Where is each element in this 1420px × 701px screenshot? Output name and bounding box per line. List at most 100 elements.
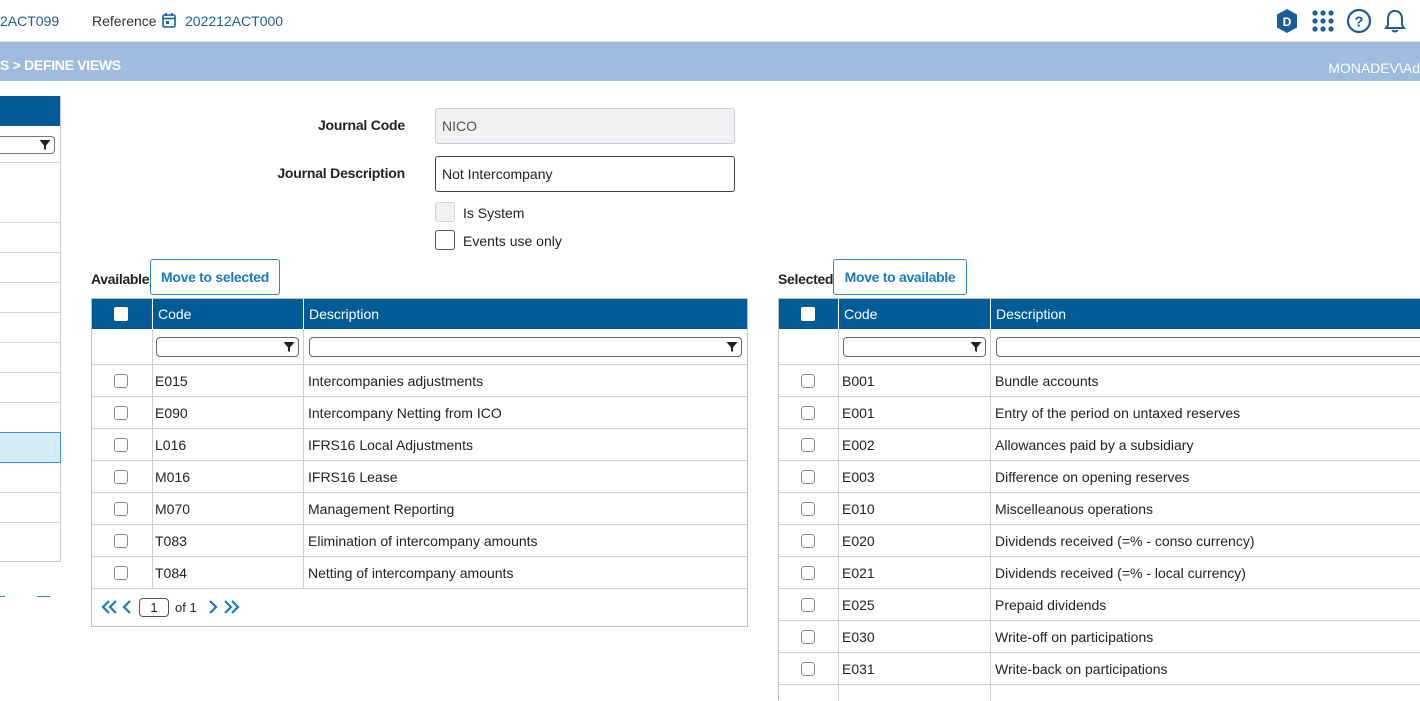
table-row[interactable]: L016 IFRS16 Local Adjustments: [92, 429, 747, 461]
row-checkbox[interactable]: [801, 534, 815, 548]
column-header-description[interactable]: Description: [303, 299, 749, 329]
table-row[interactable]: E025 Prepaid dividends: [779, 589, 1420, 621]
events-use-only-checkbox[interactable]: [435, 230, 455, 250]
list-item[interactable]: [0, 372, 61, 373]
row-code: E020: [842, 533, 875, 549]
list-item[interactable]: [0, 522, 61, 523]
journal-code-label: Journal Code: [317, 117, 405, 133]
is-system-checkbox: [435, 202, 455, 222]
first-page-icon[interactable]: [100, 599, 118, 615]
row-description: Dividends received (=% - conso currency): [995, 533, 1255, 549]
journal-description-label: Journal Description: [277, 165, 405, 181]
row-checkbox[interactable]: [801, 662, 815, 676]
filter-icon[interactable]: [970, 341, 982, 353]
row-checkbox[interactable]: [801, 598, 815, 612]
row-code: E015: [155, 373, 188, 389]
page-number-input[interactable]: 1: [139, 598, 169, 617]
reference-value-link[interactable]: 202212ACT000: [185, 13, 283, 29]
available-select-all-checkbox[interactable]: [114, 307, 128, 321]
row-checkbox[interactable]: [114, 406, 128, 420]
help-icon[interactable]: ?: [1346, 8, 1372, 34]
row-checkbox[interactable]: [114, 438, 128, 452]
list-pager-link[interactable]: [37, 596, 50, 597]
journal-description-field[interactable]: [435, 156, 735, 192]
table-row[interactable]: M070 Management Reporting: [92, 493, 747, 525]
description-filter-input[interactable]: [996, 337, 1420, 357]
current-user: MONADEV\Ad: [1328, 60, 1420, 76]
table-row[interactable]: E031 Write-back on participations: [779, 653, 1420, 685]
table-row[interactable]: E015 Intercompanies adjustments: [92, 365, 747, 397]
row-description: Netting of intercompany amounts: [308, 565, 514, 581]
row-checkbox[interactable]: [801, 502, 815, 516]
next-page-icon[interactable]: [207, 599, 219, 615]
table-row[interactable]: E010 Miscelleanous operations: [779, 493, 1420, 525]
list-item[interactable]: [0, 162, 61, 163]
row-description: Bundle accounts: [995, 373, 1099, 389]
row-code: E090: [155, 405, 188, 421]
table-row[interactable]: E030 Write-off on participations: [779, 621, 1420, 653]
table-row[interactable]: T083 Elimination of intercompany amounts: [92, 525, 747, 557]
table-row[interactable]: E021 Dividends received (=% - local curre…: [779, 557, 1420, 589]
row-checkbox[interactable]: [114, 374, 128, 388]
row-checkbox[interactable]: [114, 566, 128, 580]
row-checkbox[interactable]: [801, 630, 815, 644]
selected-list-item[interactable]: [0, 432, 61, 463]
list-item[interactable]: [0, 402, 61, 403]
table-row[interactable]: B001 Bundle accounts: [779, 365, 1420, 397]
calendar-icon[interactable]: [162, 12, 176, 28]
bell-icon[interactable]: [1383, 8, 1407, 34]
table-row[interactable]: E002 Allowances paid by a subsidiary: [779, 429, 1420, 461]
last-page-icon[interactable]: [223, 599, 241, 615]
row-checkbox[interactable]: [114, 502, 128, 516]
prev-page-icon[interactable]: [121, 599, 133, 615]
table-row[interactable]: E003 Difference on opening reserves: [779, 461, 1420, 493]
row-description: Prepaid dividends: [995, 597, 1107, 613]
row-description: Dividends received (=% - local currency): [995, 565, 1246, 581]
row-checkbox[interactable]: [801, 406, 815, 420]
row-description: Management Reporting: [308, 501, 455, 517]
move-to-selected-button[interactable]: Move to selected: [150, 259, 280, 295]
row-code: B001: [842, 373, 875, 389]
row-code: E021: [842, 565, 875, 581]
row-description: Entry of the period on untaxed reserves: [995, 405, 1241, 421]
code-filter-input[interactable]: [156, 337, 299, 357]
description-filter-input[interactable]: [309, 337, 742, 357]
column-header-description[interactable]: Description: [990, 299, 1420, 329]
table-row[interactable]: E090 Intercompany Netting from ICO: [92, 397, 747, 429]
column-header-code[interactable]: Code: [152, 299, 304, 329]
table-row[interactable]: E001 Entry of the period on untaxed reser…: [779, 397, 1420, 429]
row-checkbox[interactable]: [801, 470, 815, 484]
list-pager-link[interactable]: [0, 596, 5, 597]
list-item[interactable]: [0, 342, 61, 343]
filter-icon[interactable]: [39, 139, 51, 151]
table-row[interactable]: M016 IFRS16 Lease: [92, 461, 747, 493]
list-item[interactable]: [0, 282, 61, 283]
code-filter-input[interactable]: [843, 337, 986, 357]
list-item[interactable]: [0, 492, 61, 493]
row-checkbox[interactable]: [801, 566, 815, 580]
selected-select-all-checkbox[interactable]: [801, 307, 815, 321]
row-checkbox[interactable]: [801, 374, 815, 388]
list-item[interactable]: [0, 312, 61, 313]
table-row[interactable]: T084 Netting of intercompany amounts: [92, 557, 747, 589]
svg-text:D: D: [1283, 15, 1292, 29]
row-checkbox[interactable]: [801, 438, 815, 452]
row-checkbox[interactable]: [114, 534, 128, 548]
d-badge-icon[interactable]: D: [1275, 8, 1299, 34]
apps-grid-icon[interactable]: [1310, 8, 1336, 34]
row-code: E030: [842, 629, 875, 645]
current-period-link[interactable]: 2ACT099: [0, 13, 59, 29]
selected-table: Code Description B001 Bundle accounts E00…: [778, 298, 1420, 701]
list-item[interactable]: [0, 252, 61, 253]
row-code: T083: [155, 533, 187, 549]
selected-label: Selected: [778, 271, 834, 287]
filter-icon[interactable]: [726, 341, 738, 353]
filter-icon[interactable]: [283, 341, 295, 353]
table-row[interactable]: E020 Dividends received (=% - conso curre…: [779, 525, 1420, 557]
available-label: Available: [91, 271, 150, 287]
list-item[interactable]: [0, 222, 61, 223]
journal-list-filter-input[interactable]: [0, 136, 55, 154]
move-to-available-button[interactable]: Move to available: [833, 259, 967, 295]
column-header-code[interactable]: Code: [838, 299, 991, 329]
row-checkbox[interactable]: [114, 470, 128, 484]
